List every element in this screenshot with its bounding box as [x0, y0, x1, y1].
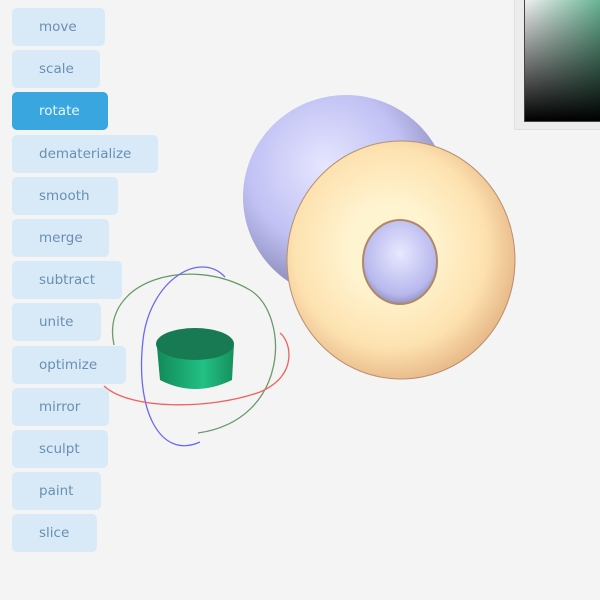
tool-unite-button[interactable]: unite	[12, 303, 101, 341]
cylinder-object[interactable]	[156, 328, 234, 389]
3d-viewport[interactable]	[0, 0, 600, 600]
tool-subtract-button[interactable]: subtract	[12, 261, 122, 299]
scene-canvas[interactable]	[0, 0, 600, 600]
tool-rotate-button[interactable]: rotate	[12, 92, 108, 130]
tool-move-button[interactable]: move	[12, 8, 105, 46]
color-picker-saturation-value-area[interactable]	[524, 0, 600, 122]
color-picker-panel	[514, 0, 600, 130]
torus-object[interactable]	[286, 140, 516, 380]
tool-paint-button[interactable]: paint	[12, 472, 101, 510]
tool-dematerialize-button[interactable]: dematerialize	[12, 135, 158, 173]
tool-merge-button[interactable]: merge	[12, 219, 109, 257]
tool-scale-button[interactable]: scale	[12, 50, 100, 88]
tool-optimize-button[interactable]: optimize	[12, 346, 126, 384]
tool-slice-button[interactable]: slice	[12, 514, 97, 552]
tool-mirror-button[interactable]: mirror	[12, 388, 109, 426]
tool-sculpt-button[interactable]: sculpt	[12, 430, 108, 468]
tool-smooth-button[interactable]: smooth	[12, 177, 118, 215]
